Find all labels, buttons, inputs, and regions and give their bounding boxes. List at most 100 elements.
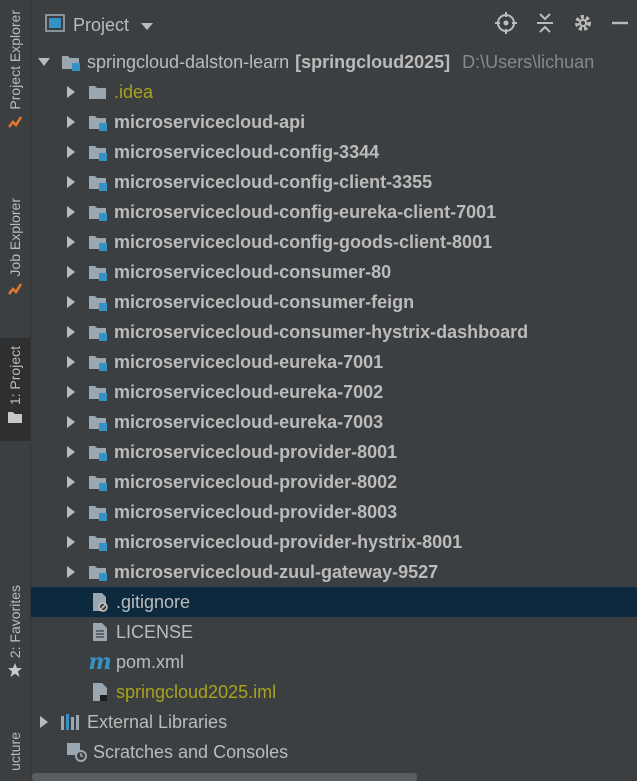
chevron-right-icon[interactable] [64, 445, 78, 459]
tree-module[interactable]: microservicecloud-api [31, 107, 637, 137]
chevron-right-icon[interactable] [64, 115, 78, 129]
scratches-icon [65, 741, 89, 763]
gear-icon[interactable] [573, 13, 593, 37]
chevron-right-icon[interactable] [64, 355, 78, 369]
file-name: springcloud2025.iml [116, 681, 277, 702]
module-folder-icon [86, 441, 110, 463]
module-folder-icon [86, 531, 110, 553]
tab-structure[interactable]: ucture [0, 732, 30, 771]
folder-name: microservicecloud-eureka-7001 [114, 351, 384, 372]
tree-module[interactable]: microservicecloud-provider-hystrix-8001 [31, 527, 637, 557]
tree-module[interactable]: microservicecloud-consumer-hystrix-dashb… [31, 317, 637, 347]
chevron-down-icon[interactable] [37, 55, 51, 69]
chevron-right-icon[interactable] [64, 85, 78, 99]
tree-file[interactable]: .gitignore [31, 587, 637, 617]
chevron-right-icon[interactable] [37, 715, 51, 729]
project-explorer-icon [6, 113, 24, 131]
tree-module[interactable]: microservicecloud-provider-8003 [31, 497, 637, 527]
tree-module[interactable]: microservicecloud-provider-8002 [31, 467, 637, 497]
chevron-right-icon[interactable] [64, 475, 78, 489]
chevron-right-icon[interactable] [64, 145, 78, 159]
file-name: .gitignore [116, 591, 191, 612]
tree-module[interactable]: microservicecloud-eureka-7003 [31, 407, 637, 437]
folder-name: microservicecloud-config-eureka-client-7… [114, 201, 497, 222]
folder-name: microservicecloud-eureka-7002 [114, 381, 384, 402]
module-folder-icon [86, 411, 110, 433]
file-name: LICENSE [116, 621, 194, 642]
tree-module[interactable]: microservicecloud-config-client-3355 [31, 167, 637, 197]
panel-toolbar [495, 12, 629, 38]
tree-module[interactable]: microservicecloud-zuul-gateway-9527 [31, 557, 637, 587]
folder-name: microservicecloud-config-3344 [114, 141, 380, 162]
tool-window-strip: Project Explorer Job Explorer 1: Project… [0, 0, 31, 781]
chevron-right-icon[interactable] [64, 505, 78, 519]
folder-name: microservicecloud-config-goods-client-80… [114, 231, 493, 252]
folder-name: microservicecloud-eureka-7003 [114, 411, 384, 432]
tree-module[interactable]: microservicecloud-consumer-80 [31, 257, 637, 287]
module-folder-icon [86, 111, 110, 133]
tree-module[interactable]: microservicecloud-eureka-7002 [31, 377, 637, 407]
folder-name: microservicecloud-zuul-gateway-9527 [114, 561, 439, 582]
hide-icon[interactable] [611, 13, 629, 37]
module-folder-icon [86, 561, 110, 583]
module-folder-icon [86, 171, 110, 193]
scratches-label: Scratches and Consoles [93, 741, 289, 762]
chevron-right-icon[interactable] [64, 295, 78, 309]
folder-name: .idea [114, 81, 154, 102]
libraries-icon [59, 711, 83, 733]
folder-name: microservicecloud-provider-hystrix-8001 [114, 531, 463, 552]
folder-name: microservicecloud-consumer-80 [114, 261, 392, 282]
horizontal-scrollbar[interactable] [32, 773, 417, 781]
chevron-right-icon[interactable] [64, 535, 78, 549]
tree-file[interactable]: LICENSE [31, 617, 637, 647]
tree-root[interactable]: springcloud-dalston-learn [springcloud20… [31, 47, 637, 77]
tab-structure-label: ucture [7, 732, 23, 771]
folder-name: microservicecloud-api [114, 111, 306, 132]
tree-scratches[interactable]: Scratches and Consoles [31, 737, 637, 767]
gitignore-icon [88, 591, 112, 613]
folder-name: microservicecloud-config-client-3355 [114, 171, 433, 192]
tree-file[interactable]: m pom.xml [31, 647, 637, 677]
folder-icon [86, 81, 110, 103]
module-folder-icon [86, 501, 110, 523]
folder-name: microservicecloud-consumer-feign [114, 291, 415, 312]
tab-project[interactable]: 1: Project [0, 338, 30, 442]
tab-project-explorer[interactable]: Project Explorer [0, 10, 30, 134]
tree-module[interactable]: microservicecloud-consumer-feign [31, 287, 637, 317]
chevron-right-icon[interactable] [64, 235, 78, 249]
file-list: .gitignore LICENSE m pom.xml springcloud2025… [31, 587, 637, 707]
tree-module[interactable]: microservicecloud-config-goods-client-80… [31, 227, 637, 257]
tree-module[interactable]: microservicecloud-eureka-7001 [31, 347, 637, 377]
chevron-right-icon[interactable] [64, 325, 78, 339]
locate-icon[interactable] [495, 12, 517, 38]
chevron-right-icon[interactable] [64, 415, 78, 429]
panel-header: Project [31, 0, 637, 50]
folder-name: microservicecloud-provider-8001 [114, 441, 398, 462]
project-view-icon [45, 14, 65, 36]
tree-external-libraries[interactable]: External Libraries [31, 707, 637, 737]
chevron-right-icon[interactable] [64, 265, 78, 279]
tree-module[interactable]: microservicecloud-config-eureka-client-7… [31, 197, 637, 227]
file-name: pom.xml [116, 651, 185, 672]
chevron-right-icon[interactable] [64, 175, 78, 189]
module-folder-icon [86, 381, 110, 403]
project-tree: springcloud-dalston-learn [springcloud20… [31, 47, 637, 767]
chevron-right-icon[interactable] [64, 205, 78, 219]
module-folder-icon [86, 291, 110, 313]
tab-favorites-label: 2: Favorites [7, 585, 23, 659]
collapse-all-icon[interactable] [535, 12, 555, 38]
tree-module[interactable]: microservicecloud-config-3344 [31, 137, 637, 167]
project-panel: Project springcloud-dalston-learn [sprin… [31, 0, 637, 781]
tab-job-explorer[interactable]: Job Explorer [0, 198, 30, 301]
external-libraries-label: External Libraries [87, 711, 228, 732]
tree-folder-idea[interactable]: .idea [31, 77, 637, 107]
star-icon [6, 661, 24, 679]
tab-favorites[interactable]: 2: Favorites [0, 585, 30, 682]
tree-file[interactable]: springcloud2025.iml [31, 677, 637, 707]
text-file-icon [88, 621, 112, 643]
chevron-right-icon[interactable] [64, 385, 78, 399]
module-folder-icon [86, 471, 110, 493]
view-dropdown-icon[interactable] [141, 16, 154, 35]
chevron-right-icon[interactable] [64, 565, 78, 579]
tree-module[interactable]: microservicecloud-provider-8001 [31, 437, 637, 467]
